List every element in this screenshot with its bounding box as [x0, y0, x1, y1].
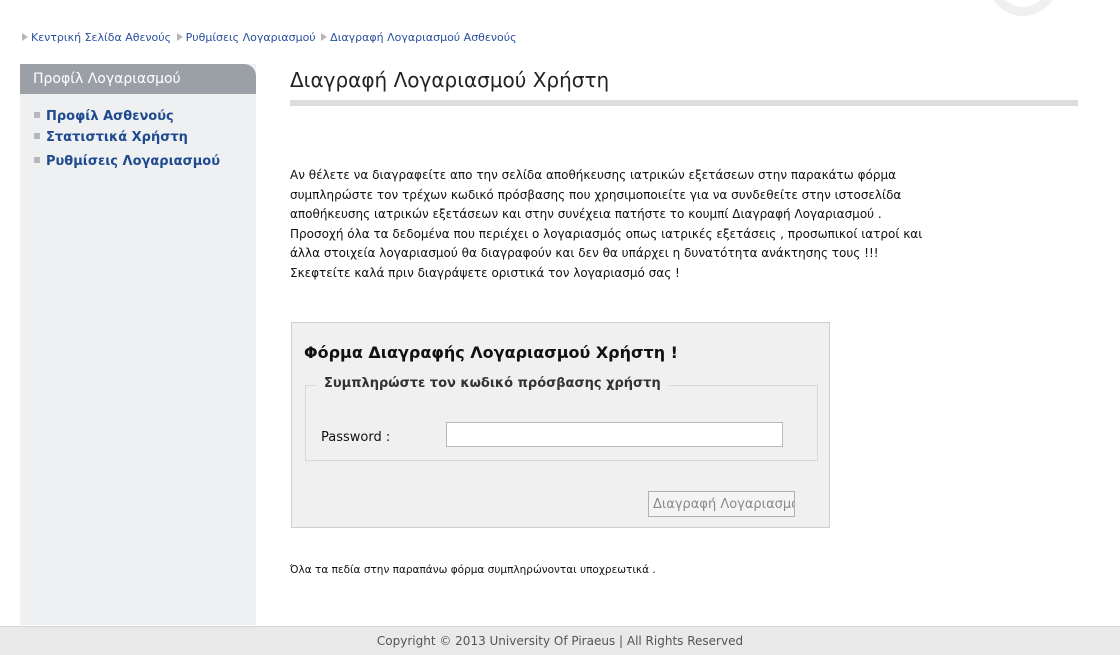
intro-line: Αν θέλετε να διαγραφείτε απο την σελίδα …: [290, 168, 897, 182]
sidebar-list: Προφίλ Ασθενούς Στατιστικά Χρήστη Ρυθμίσ…: [20, 94, 224, 176]
intro-text: Αν θέλετε να διαγραφείτε απο την σελίδα …: [290, 166, 1080, 283]
corner-decoration: [988, 0, 1058, 16]
breadcrumb-arrow-icon: [22, 33, 28, 41]
copyright-text: Copyright © 2013 University Of Piraeus |…: [376, 634, 744, 648]
page-title: Διαγραφή Λογαριασμού Χρήστη: [290, 68, 610, 92]
sidebar: Προφίλ Λογαριασμού Προφίλ Ασθενούς Στατι…: [20, 64, 256, 625]
sidebar-item-label: Ρυθμίσεις Λογαριασμού: [46, 154, 221, 169]
breadcrumb: Κεντρική Σελίδα Αθενούς Ρυθμίσεις Λογαρι…: [20, 31, 517, 44]
required-fields-note: Όλα τα πεδία στην παραπάνω φόρμα συμπληρ…: [290, 564, 656, 576]
intro-line: Σκεφτείτε καλά πριν διαγράψετε οριστικά …: [290, 265, 680, 280]
page: Κεντρική Σελίδα Αθενούς Ρυθμίσεις Λογαρι…: [0, 0, 1120, 655]
breadcrumb-delete-account-link[interactable]: Διαγραφή Λογαριασμού Ασθενούς: [330, 31, 516, 44]
breadcrumb-arrow-icon: [321, 33, 328, 41]
intro-line: Προσοχή όλα τα δεδομένα που περιέχει ο λ…: [290, 226, 923, 241]
fieldset-legend: Συμπληρώστε τον κωδικό πρόσβασης χρήστη: [316, 376, 669, 391]
password-fieldset: Συμπληρώστε τον κωδικό πρόσβασης χρήστη …: [305, 376, 818, 461]
breadcrumb-account-settings-link[interactable]: Ρυθμίσεις Λογαριασμού: [186, 31, 316, 44]
delete-account-form: Φόρμα Διαγραφής Λογαριασμού Χρήστη ! Συμ…: [291, 322, 830, 528]
password-label: Password :: [321, 430, 391, 445]
sidebar-item-account-settings[interactable]: Ρυθμίσεις Λογαριασμού: [34, 148, 224, 176]
square-bullet-icon: [34, 133, 40, 139]
breadcrumb-home-link[interactable]: Κεντρική Σελίδα Αθενούς: [31, 31, 171, 44]
square-bullet-icon: [34, 157, 40, 163]
footer: Copyright © 2013 University Of Piraeus |…: [0, 626, 1120, 655]
title-divider: [290, 100, 1078, 106]
sidebar-item-patient-profile[interactable]: Προφίλ Ασθενούς: [34, 106, 224, 127]
sidebar-header: Προφίλ Λογαριασμού: [20, 64, 256, 94]
password-input[interactable]: [446, 422, 783, 447]
sidebar-item-label: Προφίλ Ασθενούς: [46, 109, 174, 124]
intro-line: συμπληρώστε τον τρέχων κωδικό πρόσβασης …: [290, 187, 902, 202]
square-bullet-icon: [34, 112, 40, 118]
form-title: Φόρμα Διαγραφής Λογαριασμού Χρήστη !: [304, 343, 678, 362]
sidebar-item-label: Στατιστικά Χρήστη: [46, 130, 188, 145]
intro-line: αποθήκευσης ιατρικών εξετάσεων και στην …: [290, 207, 882, 221]
intro-line: άλλα στοιχεία λογαριασμού θα διαγραφούν …: [290, 246, 879, 260]
sidebar-item-user-statistics[interactable]: Στατιστικά Χρήστη: [34, 127, 224, 148]
delete-account-button[interactable]: Διαγραφή Λογαριασμού: [648, 491, 795, 517]
breadcrumb-arrow-icon: [176, 33, 183, 41]
